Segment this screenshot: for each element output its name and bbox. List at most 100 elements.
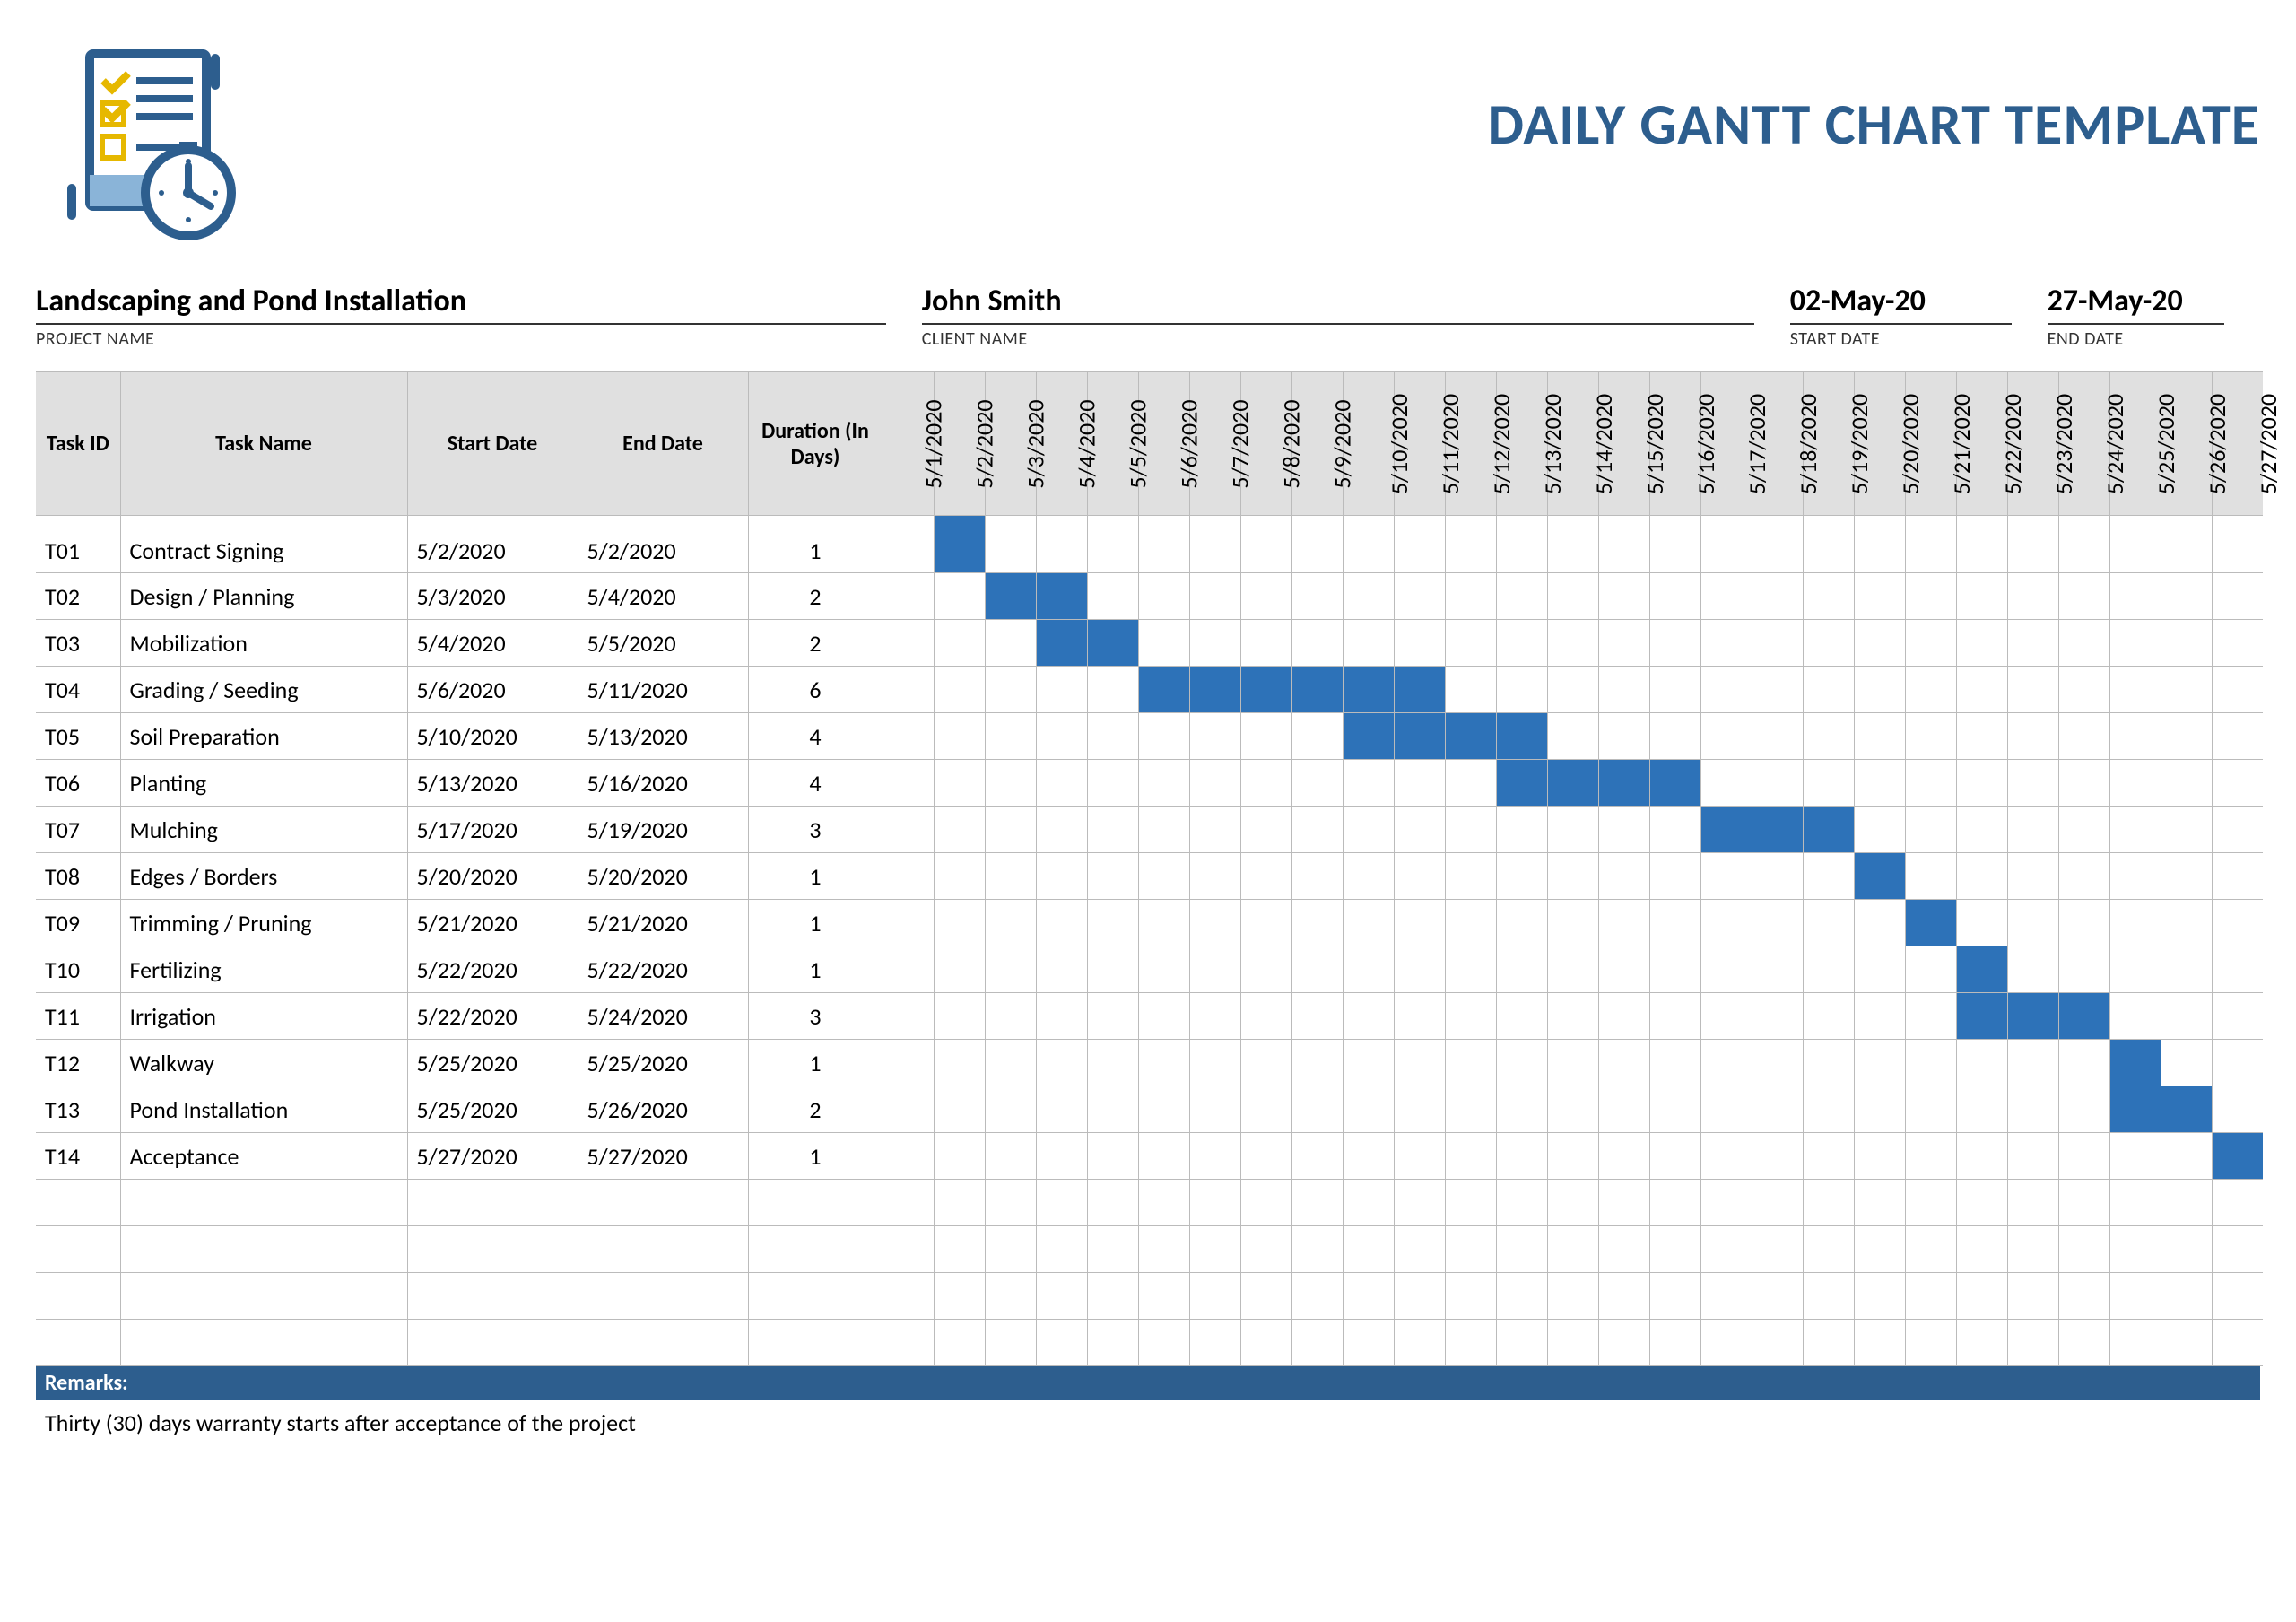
gantt-cell — [2109, 1320, 2161, 1366]
gantt-cell — [2161, 853, 2212, 900]
empty-cell — [578, 1320, 748, 1366]
gantt-cell — [2161, 1320, 2212, 1366]
gantt-cell — [1752, 516, 1803, 573]
gantt-cell — [1496, 620, 1547, 667]
task-id: T03 — [36, 620, 120, 667]
task-end: 5/11/2020 — [578, 667, 748, 713]
gantt-cell — [1394, 1273, 1445, 1320]
gantt-cell — [1087, 993, 1138, 1040]
gantt-cell — [2212, 1273, 2263, 1320]
task-end: 5/5/2020 — [578, 620, 748, 667]
gantt-cell — [1547, 1086, 1598, 1133]
gantt-cell — [1087, 620, 1138, 667]
gantt-cell — [985, 1133, 1036, 1180]
task-id: T05 — [36, 713, 120, 760]
gantt-cell — [1445, 1040, 1496, 1086]
gantt-cell — [2007, 1180, 2058, 1226]
gantt-cell — [2007, 1226, 2058, 1273]
gantt-cell — [1036, 993, 1087, 1040]
gantt-cell — [1240, 1133, 1292, 1180]
gantt-cell — [1547, 900, 1598, 946]
gantt-cell — [1189, 760, 1240, 807]
gantt-cell — [934, 713, 985, 760]
gantt-cell — [1189, 573, 1240, 620]
gantt-cell — [1752, 573, 1803, 620]
task-duration: 1 — [748, 516, 883, 573]
gantt-cell — [1649, 516, 1700, 573]
gantt-cell — [1292, 946, 1343, 993]
gantt-cell — [985, 573, 1036, 620]
task-name: Grading / Seeding — [120, 667, 407, 713]
gantt-cell — [2212, 1040, 2263, 1086]
gantt-cell — [1189, 620, 1240, 667]
gantt-cell — [1700, 853, 1752, 900]
gantt-cell — [883, 667, 934, 713]
gantt-cell — [1752, 1320, 1803, 1366]
gantt-cell — [2058, 620, 2109, 667]
gantt-cell — [1292, 713, 1343, 760]
empty-cell — [578, 1226, 748, 1273]
task-id: T08 — [36, 853, 120, 900]
gantt-cell — [1649, 853, 1700, 900]
gantt-cell — [1905, 1320, 1956, 1366]
gantt-cell — [1803, 853, 1854, 900]
gantt-cell — [1496, 1273, 1547, 1320]
gantt-cell — [1445, 1086, 1496, 1133]
gantt-cell — [2058, 1180, 2109, 1226]
gantt-cell — [2058, 1040, 2109, 1086]
gantt-cell — [1854, 993, 1905, 1040]
task-duration: 4 — [748, 713, 883, 760]
client-name-label: CLIENT NAME — [922, 325, 1754, 350]
task-end: 5/27/2020 — [578, 1133, 748, 1180]
gantt-cell — [1240, 853, 1292, 900]
gantt-cell — [1956, 573, 2007, 620]
task-name: Soil Preparation — [120, 713, 407, 760]
gantt-cell — [1700, 993, 1752, 1040]
gantt-cell — [1649, 713, 1700, 760]
gantt-cell — [1956, 1320, 2007, 1366]
gantt-cell — [1087, 1273, 1138, 1320]
gantt-cell — [1036, 1180, 1087, 1226]
gantt-cell — [1087, 1226, 1138, 1273]
gantt-cell — [1649, 993, 1700, 1040]
gantt-cell — [1803, 1040, 1854, 1086]
gantt-cell — [1598, 760, 1649, 807]
gantt-cell — [1240, 667, 1292, 713]
gantt-cell — [2058, 853, 2109, 900]
gantt-cell — [2109, 516, 2161, 573]
gantt-cell — [1292, 760, 1343, 807]
gantt-cell — [1036, 946, 1087, 993]
gantt-cell — [1752, 1040, 1803, 1086]
task-id: T11 — [36, 993, 120, 1040]
gantt-cell — [1905, 900, 1956, 946]
gantt-cell — [1649, 620, 1700, 667]
gantt-cell — [1240, 760, 1292, 807]
gantt-cell — [883, 993, 934, 1040]
gantt-cell — [1649, 900, 1700, 946]
gantt-cell — [2007, 1040, 2058, 1086]
gantt-cell — [883, 946, 934, 993]
gantt-cell — [2212, 760, 2263, 807]
gantt-cell — [1956, 1180, 2007, 1226]
gantt-cell — [1036, 1086, 1087, 1133]
gantt-cell — [1240, 1086, 1292, 1133]
gantt-cell — [1649, 667, 1700, 713]
gantt-cell — [2007, 946, 2058, 993]
gantt-cell — [1496, 760, 1547, 807]
gantt-cell — [1700, 760, 1752, 807]
task-duration: 2 — [748, 1086, 883, 1133]
gantt-cell — [2212, 807, 2263, 853]
gantt-cell — [1752, 993, 1803, 1040]
gantt-cell — [2161, 1273, 2212, 1320]
gantt-cell — [1956, 1133, 2007, 1180]
gantt-cell — [2212, 946, 2263, 993]
gantt-cell — [1649, 946, 1700, 993]
gantt-cell — [1445, 1273, 1496, 1320]
gantt-cell — [1087, 516, 1138, 573]
gantt-cell — [934, 1226, 985, 1273]
gantt-cell — [934, 1273, 985, 1320]
gantt-cell — [1036, 1133, 1087, 1180]
gantt-cell — [1036, 1226, 1087, 1273]
task-duration: 6 — [748, 667, 883, 713]
task-name: Mulching — [120, 807, 407, 853]
